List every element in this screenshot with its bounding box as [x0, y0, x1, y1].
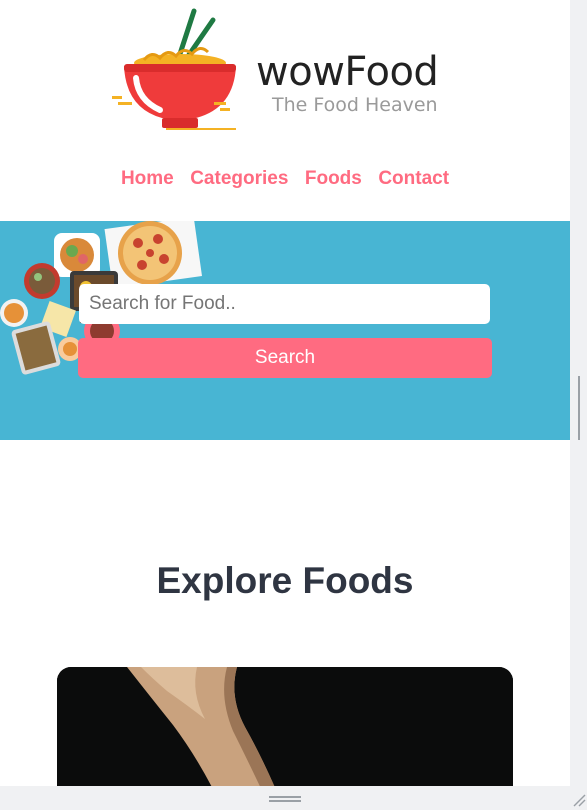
- search-button[interactable]: Search: [78, 338, 492, 378]
- horizontal-grip-icon[interactable]: [269, 796, 301, 802]
- logo-text: wowFood The Food Heaven: [256, 49, 439, 116]
- food-search-section: Search: [0, 221, 570, 440]
- page-viewport: wowFood The Food Heaven Home Categories …: [0, 0, 570, 786]
- main-nav: Home Categories Foods Contact: [0, 168, 570, 190]
- site-header: wowFood The Food Heaven Home Categories …: [0, 0, 570, 220]
- nav-link-contact[interactable]: Contact: [378, 168, 449, 189]
- vertical-scroll-grip-icon[interactable]: [578, 376, 587, 440]
- brand-tagline: The Food Heaven: [272, 94, 438, 116]
- food-category-card[interactable]: [57, 667, 513, 786]
- bowl-logo-icon: [112, 8, 236, 130]
- nav-link-categories[interactable]: Categories: [190, 168, 288, 189]
- explore-foods-heading: Explore Foods: [156, 560, 414, 601]
- food-search-input[interactable]: [79, 284, 490, 324]
- nav-link-home[interactable]: Home: [121, 168, 174, 189]
- resize-corner-icon[interactable]: [570, 786, 587, 810]
- food-card-image: [57, 667, 513, 786]
- nav-link-foods[interactable]: Foods: [305, 168, 362, 189]
- logo-link[interactable]: wowFood The Food Heaven: [110, 8, 470, 138]
- brand-name: wowFood: [256, 49, 439, 95]
